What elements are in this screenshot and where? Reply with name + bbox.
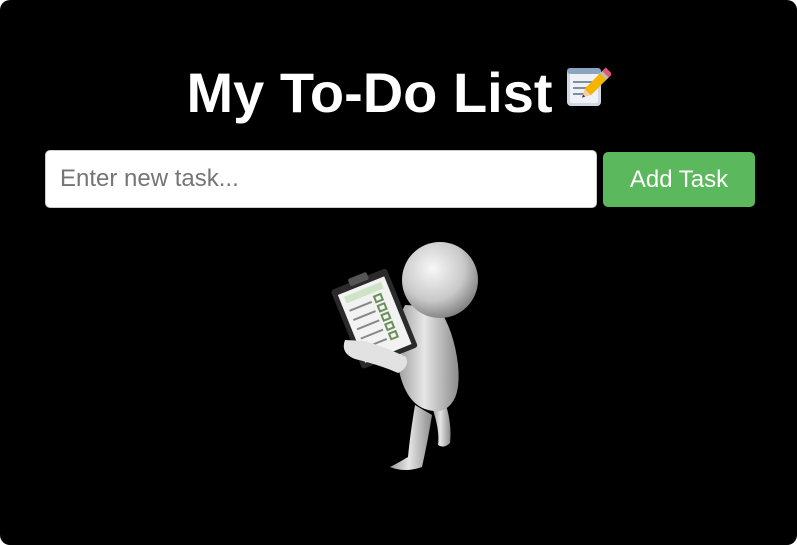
- page-title: My To-Do List: [0, 60, 797, 126]
- figure-with-checklist-icon: [331, 242, 478, 470]
- memo-pencil-icon: [566, 67, 611, 106]
- add-task-button[interactable]: Add Task: [603, 152, 755, 207]
- page-title-text: My To-Do List: [186, 61, 553, 124]
- todo-app: My To-Do List Add Task: [0, 0, 797, 545]
- new-task-input[interactable]: [45, 150, 597, 208]
- task-input-row: Add Task: [45, 150, 755, 208]
